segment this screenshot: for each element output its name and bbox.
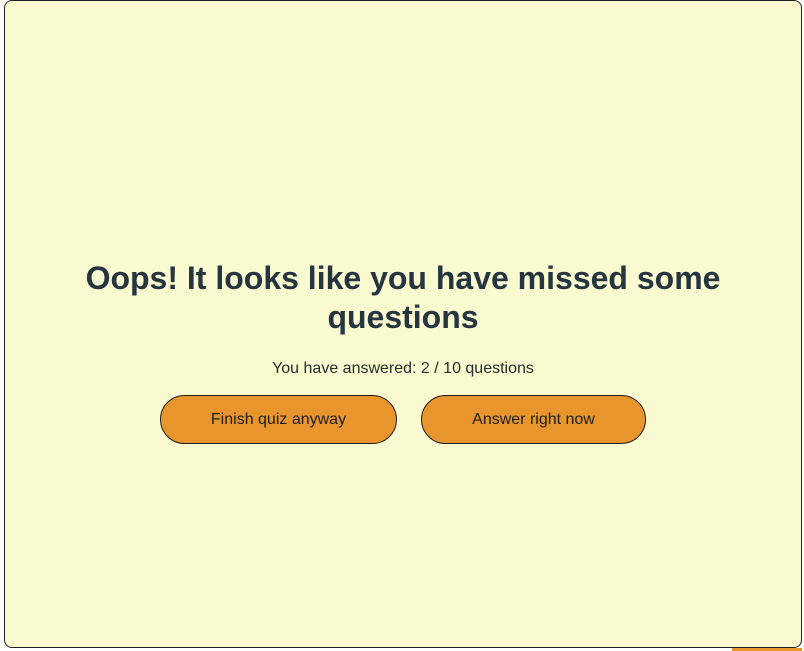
dialog-actions: Finish quiz anyway Answer right now [5, 395, 801, 444]
answer-now-button[interactable]: Answer right now [421, 395, 646, 444]
missed-questions-dialog: Oops! It looks like you have missed some… [4, 0, 802, 648]
finish-quiz-button[interactable]: Finish quiz anyway [160, 395, 397, 444]
dialog-content: Oops! It looks like you have missed some… [5, 259, 801, 444]
dialog-title: Oops! It looks like you have missed some… [85, 260, 721, 335]
answered-count-text: You have answered: 2 / 10 questions [272, 360, 534, 377]
